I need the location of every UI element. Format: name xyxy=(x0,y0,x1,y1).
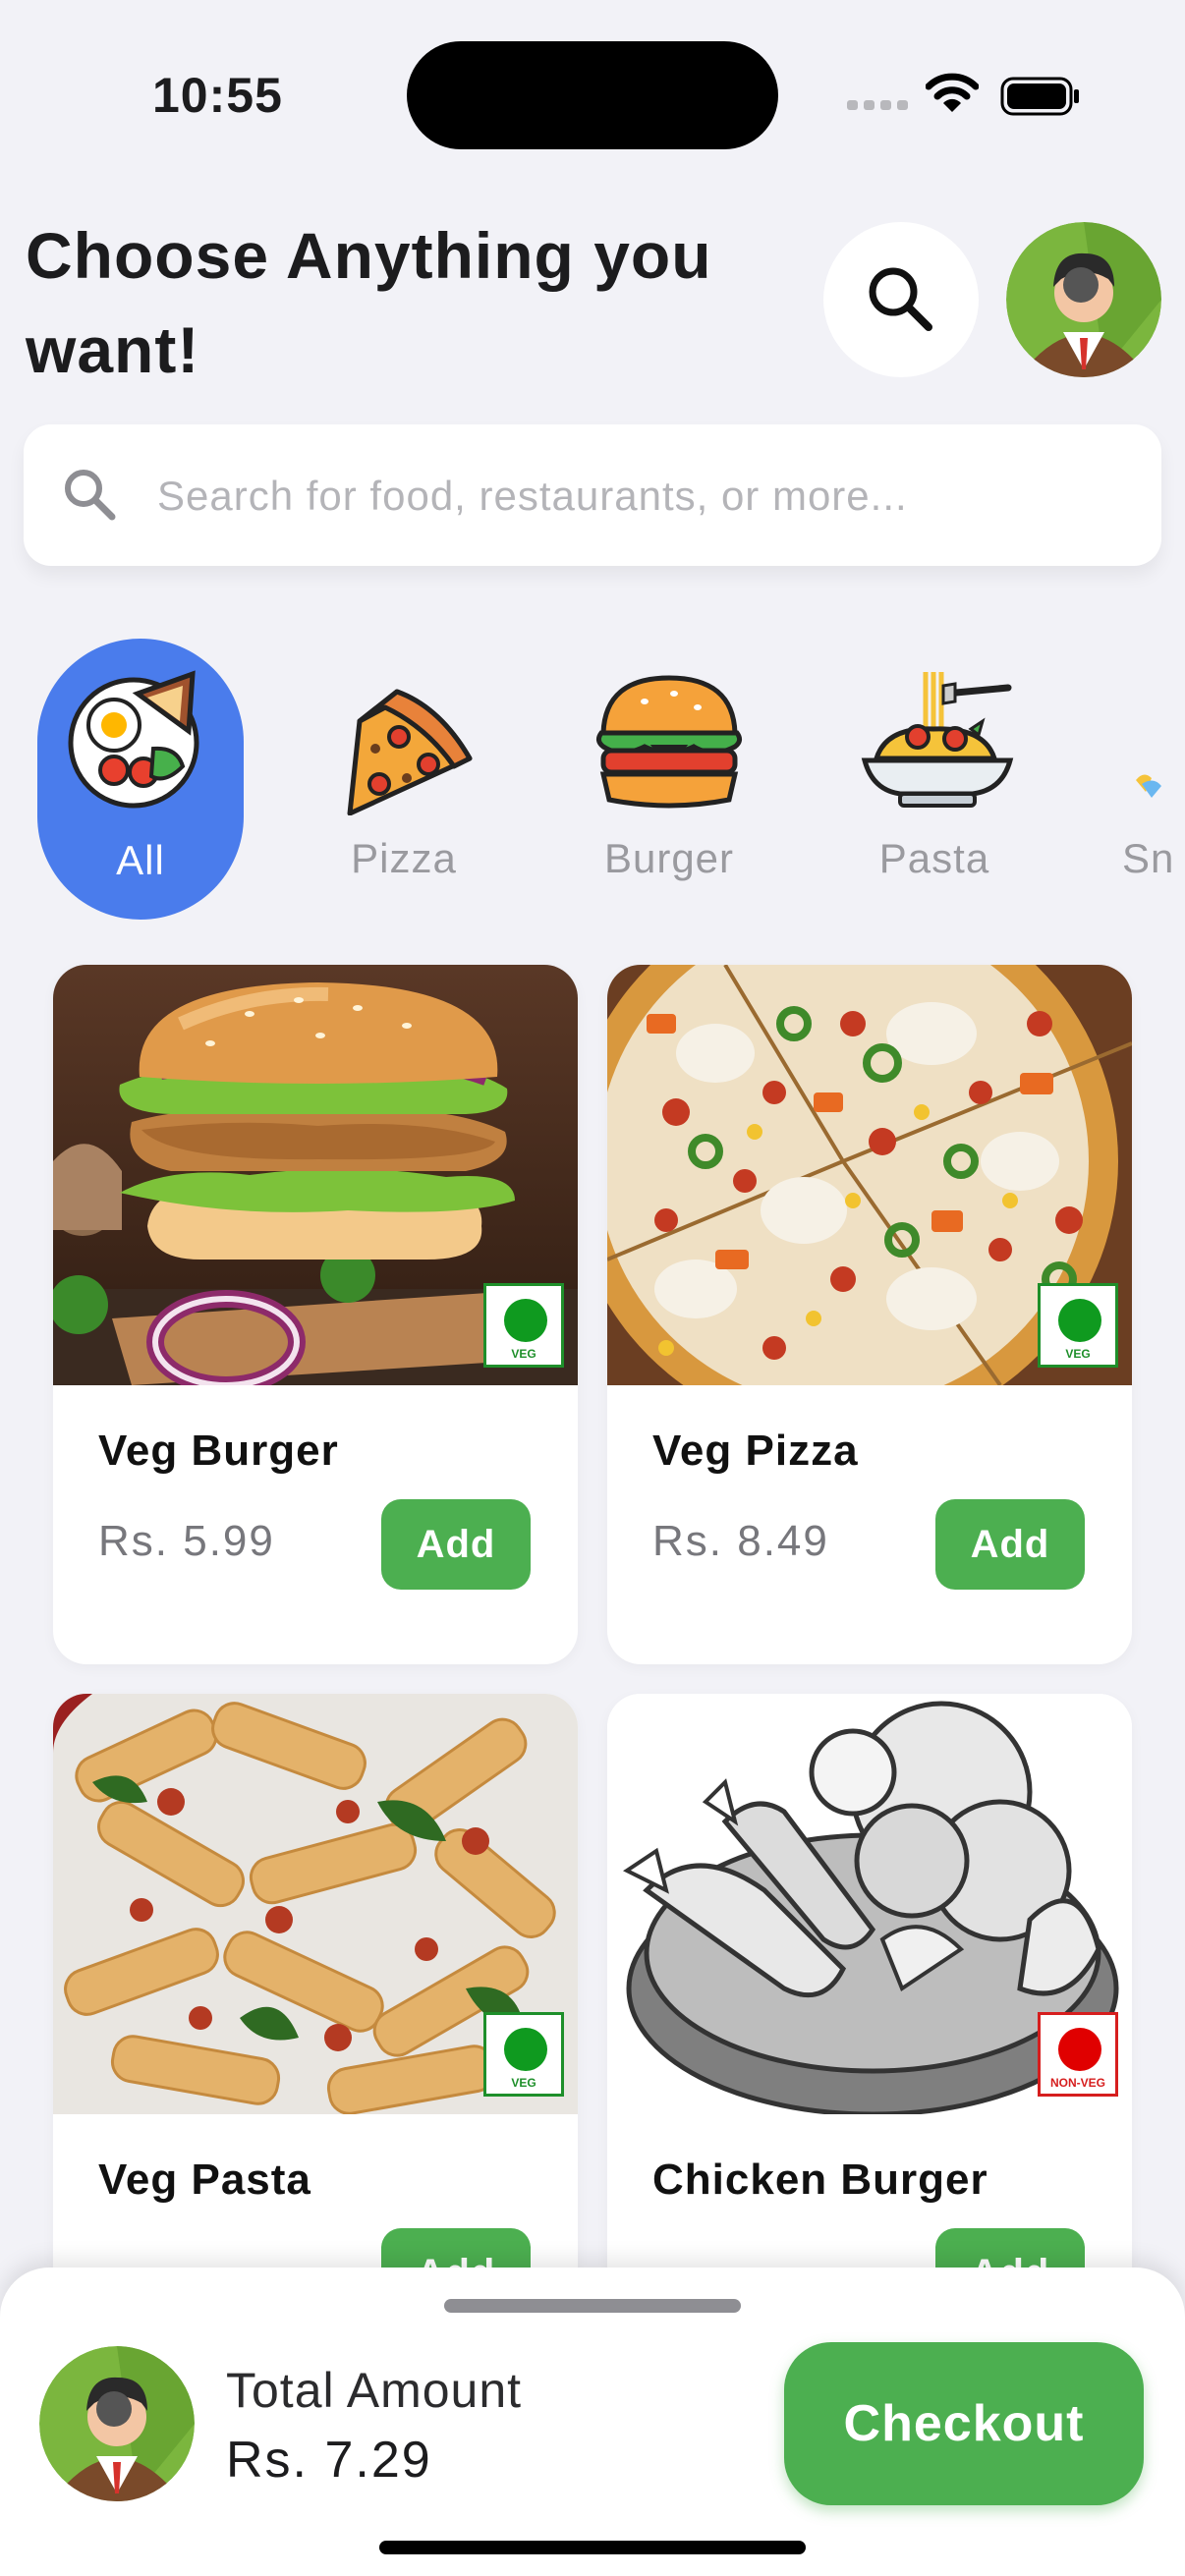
product-name: Veg Burger xyxy=(98,1427,339,1475)
home-indicator[interactable] xyxy=(379,2541,806,2554)
category-label: Pasta xyxy=(878,835,990,881)
header-search-button[interactable] xyxy=(823,222,979,377)
pasta-icon xyxy=(861,672,1014,808)
product-name: Veg Pasta xyxy=(98,2156,311,2204)
avatar-image xyxy=(39,2346,195,2501)
veg-badge: VEG xyxy=(1038,1283,1118,1368)
product-name: Chicken Burger xyxy=(652,2156,988,2204)
search-icon xyxy=(65,470,116,521)
diet-label: NON-VEG xyxy=(1049,2076,1105,2090)
product-price: Rs. 8.49 xyxy=(652,1517,829,1565)
product-card-veg-burger[interactable]: VEG Veg Burger Rs. 5.99 Add xyxy=(53,965,578,1664)
category-snacks[interactable]: Sn xyxy=(1081,639,1185,920)
category-pasta[interactable]: Pasta xyxy=(831,639,1038,920)
status-time: 10:55 xyxy=(152,68,283,123)
plate-icon xyxy=(68,670,199,809)
product-name: Veg Pizza xyxy=(652,1427,859,1475)
veg-badge: VEG xyxy=(483,1283,564,1368)
profile-avatar[interactable] xyxy=(1006,222,1161,377)
search-input[interactable] xyxy=(155,454,1132,538)
category-label: Burger xyxy=(603,835,735,881)
search-icon xyxy=(869,267,932,331)
diet-label: VEG xyxy=(511,1347,536,1361)
non-veg-badge: NON-VEG xyxy=(1038,2012,1118,2097)
pizza-icon xyxy=(347,689,473,815)
add-to-cart-button[interactable]: Add xyxy=(935,1499,1085,1590)
search-bar[interactable] xyxy=(24,424,1161,566)
checkout-button[interactable]: Checkout xyxy=(784,2342,1144,2505)
category-label: All xyxy=(116,837,165,883)
category-all[interactable]: All xyxy=(37,639,244,920)
category-burger[interactable]: Burger xyxy=(566,639,772,920)
cart-bottom-sheet: Total Amount Rs. 7.29 Checkout xyxy=(0,2268,1185,2576)
cart-avatar xyxy=(39,2346,195,2501)
product-card-veg-pizza[interactable]: VEG Veg Pizza Rs. 8.49 Add xyxy=(607,965,1132,1664)
cellular-signal-icon xyxy=(847,100,908,110)
category-label: Pizza xyxy=(351,835,457,881)
dynamic-island xyxy=(407,41,778,149)
total-amount-label: Total Amount xyxy=(226,2363,523,2418)
category-pizza[interactable]: Pizza xyxy=(301,639,507,920)
add-to-cart-button[interactable]: Add xyxy=(381,1499,531,1590)
wifi-icon xyxy=(926,73,979,112)
avatar-image xyxy=(1006,222,1161,377)
burger-icon xyxy=(595,675,743,809)
snacks-icon xyxy=(1136,774,1161,798)
diet-label: VEG xyxy=(511,2076,536,2090)
page-title: Choose Anything you want! xyxy=(26,219,712,386)
diet-label: VEG xyxy=(1065,1347,1091,1361)
sheet-drag-handle[interactable] xyxy=(444,2299,741,2313)
total-amount-value: Rs. 7.29 xyxy=(226,2432,432,2489)
veg-badge: VEG xyxy=(483,2012,564,2097)
battery-icon xyxy=(1000,77,1079,116)
category-label: Sn xyxy=(1122,835,1175,881)
product-price: Rs. 5.99 xyxy=(98,1517,275,1565)
